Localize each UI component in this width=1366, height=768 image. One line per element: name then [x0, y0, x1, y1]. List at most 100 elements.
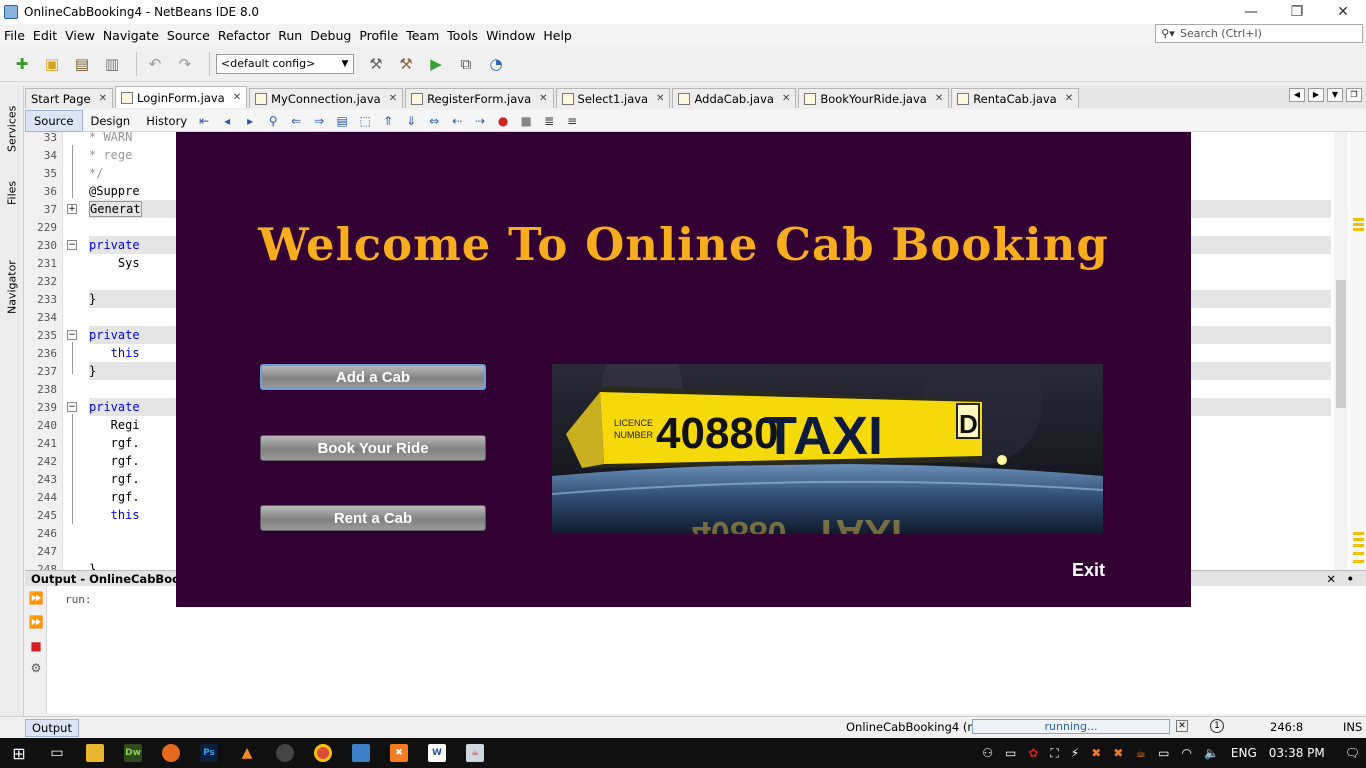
run-project-icon[interactable]: ▶ [424, 52, 448, 76]
close-icon[interactable]: ✕ [233, 92, 241, 103]
record-macro-icon[interactable]: ● [494, 112, 512, 130]
rent-cab-button[interactable]: Rent a Cab [260, 505, 486, 531]
toggle-rect-select-icon[interactable]: ⬚ [356, 112, 374, 130]
media-player-icon[interactable] [266, 738, 304, 768]
tab-loginform[interactable]: LoginForm.java ✕ [114, 86, 248, 108]
editor-scrollbar[interactable] [1334, 132, 1348, 570]
minimize-panel-icon[interactable]: • [1347, 572, 1354, 586]
comment-icon[interactable]: ≣ [540, 112, 558, 130]
uncomment-icon[interactable]: ≡ [563, 112, 581, 130]
last-edit-icon[interactable]: ⇤ [195, 112, 213, 130]
menu-tools[interactable]: Tools [443, 28, 482, 43]
cancel-process-icon[interactable]: ✕ [1176, 720, 1188, 732]
word-icon[interactable]: W [418, 738, 456, 768]
sidebar-tab-navigator[interactable]: Navigator [2, 256, 22, 318]
menu-window[interactable]: Window [482, 28, 539, 43]
profile-project-icon[interactable]: ◔ [484, 52, 508, 76]
find-icon[interactable]: ⚲ [264, 112, 282, 130]
menu-navigate[interactable]: Navigate [99, 28, 163, 43]
new-project-icon[interactable]: ▣ [40, 52, 64, 76]
menu-view[interactable]: View [61, 28, 99, 43]
rerun-params-icon[interactable]: ⏩ [28, 614, 44, 630]
stop-macro-icon[interactable]: ■ [517, 112, 535, 130]
virtualbox-icon[interactable] [342, 738, 380, 768]
menu-edit[interactable]: Edit [29, 28, 61, 43]
tab-source[interactable]: Source [25, 109, 83, 132]
menu-debug[interactable]: Debug [306, 28, 355, 43]
undo-icon[interactable]: ↶ [143, 52, 167, 76]
close-icon[interactable]: ✕ [1065, 93, 1073, 104]
build-hammer-icon[interactable]: ⚒ [364, 52, 388, 76]
tab-start-page[interactable]: Start Page ✕ [25, 88, 113, 108]
vlc-icon[interactable]: ▲ [228, 738, 266, 768]
wifi-icon[interactable]: ◠ [1181, 746, 1191, 760]
tab-select1[interactable]: Select1.java ✕ [555, 88, 671, 108]
shift-left-icon[interactable]: ⇠ [448, 112, 466, 130]
add-cab-button[interactable]: Add a Cab [260, 364, 486, 390]
photoshop-icon[interactable]: Ps [190, 738, 228, 768]
shift-right-icon[interactable]: ⇢ [471, 112, 489, 130]
rerun-icon[interactable]: ⏩ [28, 590, 44, 606]
menu-team[interactable]: Team [402, 28, 443, 43]
output-tab[interactable]: Output [25, 718, 79, 737]
tab-addacab[interactable]: AddaCab.java ✕ [672, 88, 797, 108]
search-input[interactable]: ⚲▾ Search (Ctrl+I) [1155, 24, 1363, 43]
people-icon[interactable]: ⚇ [982, 746, 993, 760]
find-previous-icon[interactable]: ⇐ [287, 112, 305, 130]
battery-icon[interactable]: ▭ [1158, 746, 1169, 760]
tab-list-icon[interactable]: ▼ [1327, 88, 1343, 102]
close-icon[interactable]: ✕ [656, 93, 664, 104]
task-view-icon[interactable]: ▭ [38, 738, 76, 768]
toggle-highlight-icon[interactable]: ▤ [333, 112, 351, 130]
action-center-icon[interactable]: 🗨 [1345, 746, 1360, 760]
tab-design[interactable]: Design [83, 110, 139, 132]
close-icon[interactable]: ✕ [389, 93, 397, 104]
scroll-tabs-right-icon[interactable]: ▶ [1308, 88, 1324, 102]
scroll-tabs-left-icon[interactable]: ◀ [1289, 88, 1305, 102]
windows-start-icon[interactable]: ⊞ [0, 738, 38, 768]
tab-registerform[interactable]: RegisterForm.java ✕ [405, 88, 554, 108]
close-icon[interactable]: ✕ [539, 93, 547, 104]
dropbox-icon[interactable]: ⛶ [1050, 746, 1058, 761]
menu-file[interactable]: File [0, 28, 29, 43]
sidebar-tab-files[interactable]: Files [2, 176, 22, 210]
xampp-icon[interactable]: ✖ [380, 738, 418, 768]
menu-help[interactable]: Help [539, 28, 576, 43]
xampp-tray-icon[interactable]: ✖ [1091, 746, 1101, 760]
fold-toggle-icon[interactable]: − [67, 330, 77, 340]
sidebar-tab-services[interactable]: Services [2, 106, 22, 152]
minimize-button[interactable]: — [1228, 0, 1274, 24]
menu-source[interactable]: Source [163, 28, 214, 43]
prev-bookmark-icon[interactable]: ⇑ [379, 112, 397, 130]
fold-toggle-icon[interactable]: − [67, 240, 77, 250]
restore-window-icon[interactable]: ❐ [1346, 88, 1362, 102]
settings-icon[interactable]: ⚙ [28, 660, 44, 676]
new-file-icon[interactable]: ✚ [10, 52, 34, 76]
close-button[interactable]: ✕ [1320, 0, 1366, 24]
close-icon[interactable]: ✕ [782, 93, 790, 104]
maximize-button[interactable]: ❐ [1274, 0, 1320, 24]
fold-toggle-icon[interactable]: + [67, 204, 77, 214]
config-select[interactable]: <default config> ▼ [216, 53, 354, 74]
chrome-icon[interactable] [304, 738, 342, 768]
menu-refactor[interactable]: Refactor [214, 28, 274, 43]
notifications-icon[interactable]: 1 [1210, 719, 1224, 733]
tab-history[interactable]: History [138, 110, 195, 132]
debug-project-icon[interactable]: ⧉ [454, 52, 478, 76]
open-project-icon[interactable]: ▤ [70, 52, 94, 76]
menu-run[interactable]: Run [274, 28, 306, 43]
forward-icon[interactable]: ▸ [241, 112, 259, 130]
clean-build-icon[interactable]: ⚒ [394, 52, 418, 76]
tab-rentacab[interactable]: RentaCab.java ✕ [951, 88, 1080, 108]
tab-myconnection[interactable]: MyConnection.java ✕ [249, 88, 404, 108]
scroll-thumb[interactable] [1336, 280, 1346, 408]
tab-bookyourride[interactable]: BookYourRide.java ✕ [798, 88, 950, 108]
file-explorer-icon[interactable] [76, 738, 114, 768]
xampp-tray-icon-2[interactable]: ✖ [1113, 746, 1123, 760]
network-drive-icon[interactable]: ▭ [1005, 746, 1016, 760]
fold-toggle-icon[interactable]: − [67, 402, 77, 412]
menu-profile[interactable]: Profile [355, 28, 402, 43]
exit-button[interactable]: Exit [1072, 560, 1105, 581]
close-icon[interactable]: ✕ [99, 93, 107, 104]
close-icon[interactable]: ✕ [935, 93, 943, 104]
